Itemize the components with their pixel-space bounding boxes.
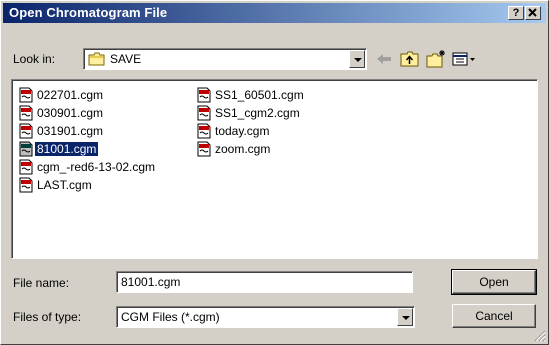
folder-icon — [88, 52, 105, 66]
title-bar[interactable]: Open Chromatogram File ? — [3, 3, 546, 23]
up-folder-icon — [400, 51, 419, 67]
file-item[interactable]: SS1_cgm2.cgm — [196, 104, 302, 122]
file-name: today.cgm — [215, 124, 270, 138]
file-list[interactable]: 022701.cgm 030901.cgm 031901.cgm 81001.cgm c… — [11, 79, 538, 259]
file-item[interactable]: LAST.cgm — [18, 176, 94, 194]
close-icon — [528, 8, 537, 17]
file-name: zoom.cgm — [215, 142, 271, 156]
file-item[interactable]: 81001.cgm — [18, 140, 99, 158]
new-folder-icon — [426, 50, 445, 68]
document-icon — [197, 105, 211, 121]
file-item[interactable]: 031901.cgm — [18, 122, 105, 140]
file-name-input[interactable] — [116, 271, 413, 293]
back-arrow-icon — [377, 54, 391, 64]
file-name: SS1_cgm2.cgm — [215, 106, 300, 120]
file-name: LAST.cgm — [37, 178, 92, 192]
document-icon — [197, 87, 211, 103]
file-name: 022701.cgm — [37, 88, 104, 102]
cancel-button[interactable]: Cancel — [452, 304, 536, 328]
help-button[interactable]: ? — [508, 6, 524, 20]
document-icon — [19, 159, 33, 175]
open-button[interactable]: Open — [451, 269, 537, 295]
document-icon — [197, 123, 211, 139]
resize-grip-icon[interactable] — [534, 330, 546, 342]
document-icon — [19, 87, 33, 103]
document-icon — [19, 123, 33, 139]
view-menu-button[interactable] — [451, 49, 477, 69]
new-folder-button[interactable] — [425, 49, 447, 69]
document-icon — [19, 105, 33, 121]
file-item[interactable]: 022701.cgm — [18, 86, 105, 104]
file-type-label: Files of type: — [13, 310, 82, 324]
document-icon — [19, 177, 33, 193]
file-type-combo[interactable]: CGM Files (*.cgm) — [116, 306, 415, 328]
look-in-combo[interactable]: SAVE — [83, 48, 367, 70]
back-button[interactable] — [373, 49, 395, 69]
file-name-label: File name: — [13, 276, 70, 290]
document-icon — [197, 141, 211, 157]
file-name: SS1_60501.cgm — [215, 88, 304, 102]
look-in-dropdown-button[interactable] — [349, 50, 365, 68]
file-name: 030901.cgm — [37, 106, 104, 120]
file-item[interactable]: 030901.cgm — [18, 104, 105, 122]
look-in-label: Look in: — [13, 52, 56, 66]
open-file-dialog: Open Chromatogram File ? Look in: SAVE 0… — [0, 0, 549, 345]
file-item[interactable]: SS1_60501.cgm — [196, 86, 306, 104]
close-button[interactable] — [525, 6, 541, 20]
up-folder-button[interactable] — [399, 49, 421, 69]
file-name: 031901.cgm — [37, 124, 104, 138]
window-title: Open Chromatogram File — [9, 5, 168, 20]
file-name: 81001.cgm — [35, 142, 99, 156]
file-name: cgm_-red6-13-02.cgm — [37, 160, 156, 174]
file-item[interactable]: cgm_-red6-13-02.cgm — [18, 158, 157, 176]
file-item[interactable]: zoom.cgm — [196, 140, 272, 158]
document-icon — [19, 141, 33, 157]
file-item[interactable]: today.cgm — [196, 122, 271, 140]
view-menu-icon — [452, 52, 475, 66]
file-type-dropdown-button[interactable] — [397, 308, 413, 326]
look-in-value: SAVE — [110, 52, 142, 66]
file-type-value: CGM Files (*.cgm) — [121, 310, 220, 324]
